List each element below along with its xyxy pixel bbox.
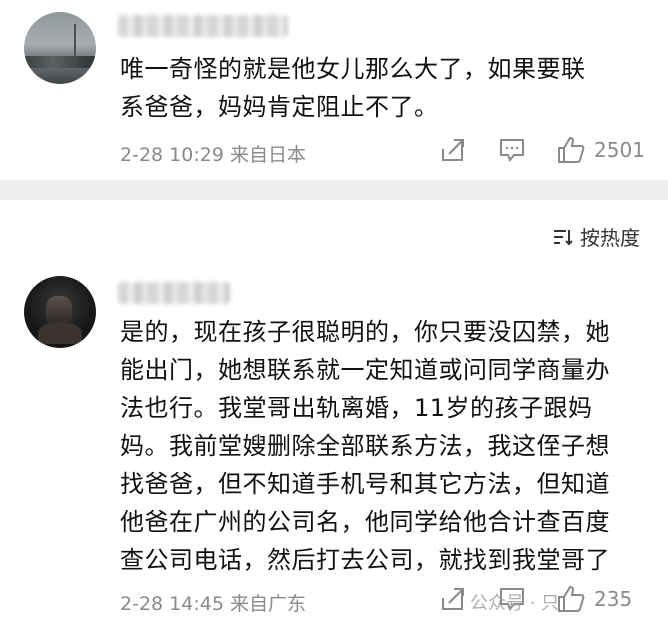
username-blurred[interactable] [118, 15, 288, 37]
avatar[interactable] [24, 276, 96, 348]
comment-date: 2-28 14:45 [120, 593, 224, 615]
sort-button[interactable]: 按热度 [552, 222, 640, 251]
avatar[interactable] [24, 12, 96, 84]
comment-text: 是的，现在孩子很聪明的，你只要没囚禁，她 能出门，她想联系就一定知道或问同学商量… [120, 313, 650, 579]
section-divider [0, 180, 668, 200]
comment-line: 能出门，她想联系就一定知道或问同学商量办 [120, 356, 610, 384]
username-blurred[interactable] [118, 282, 230, 304]
share-icon [442, 588, 464, 610]
comment-line: 妈。我前堂嫂删除全部联系方法，我这侄子想 [120, 432, 610, 460]
watermark: 公众号 · 只 [470, 593, 560, 614]
like-icon [558, 585, 585, 612]
share-icon [442, 139, 464, 161]
like-icon [558, 136, 585, 163]
comment-line: 找爸爸，但不知道手机号和其它方法，但知道 [120, 470, 610, 498]
sort-icon [554, 229, 573, 245]
comment-button[interactable] [498, 137, 526, 163]
comment-line: 他爸在广州的公司名，他同学给他合计查百度 [120, 508, 610, 536]
comment-line: 系爸爸，妈妈肯定阻止不了。 [120, 93, 439, 121]
sort-label: 按热度 [580, 226, 640, 250]
comment-date: 2-28 10:29 [120, 144, 224, 166]
like-button[interactable]: 235 [556, 584, 632, 614]
comment-line: 是的，现在孩子很聪明的，你只要没囚禁，她 [120, 318, 610, 346]
comment-line: 法也行。我堂哥出轨离婚，11岁的孩子跟妈 [120, 394, 593, 422]
like-count: 235 [594, 587, 633, 611]
like-count: 2501 [594, 138, 645, 162]
comment-line: 查公司电话，然后打去公司，就找到我堂哥了 [120, 546, 610, 574]
comment-icon [500, 139, 524, 162]
comment-meta: 2-28 14:45 来自广东 [120, 589, 306, 616]
comment-line: 唯一奇怪的就是他女儿那么大了，如果要联 [120, 55, 586, 83]
comment-text: 唯一奇怪的就是他女儿那么大了，如果要联 系爸爸，妈妈肯定阻止不了。 [120, 50, 650, 126]
share-button[interactable] [440, 137, 466, 163]
comment-meta: 2-28 10:29 来自日本 [120, 140, 306, 167]
comment-location: 来自广东 [229, 593, 306, 615]
share-button[interactable] [440, 586, 466, 612]
like-button[interactable]: 2501 [556, 135, 645, 165]
comment-location: 来自日本 [229, 144, 306, 166]
